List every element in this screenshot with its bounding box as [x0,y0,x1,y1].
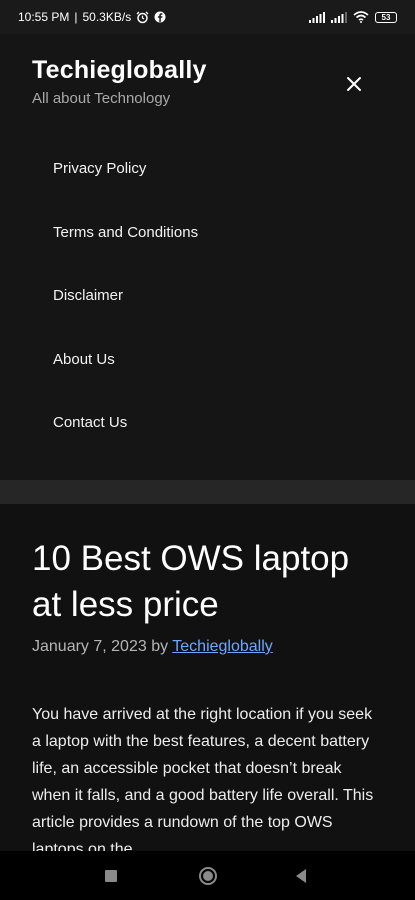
author-link[interactable]: Techieglobally [172,638,273,655]
close-icon[interactable] [342,72,366,96]
alarm-icon [136,11,149,23]
wifi-icon [353,11,369,23]
article: 10 Best OWS laptop at less price January… [0,504,415,851]
article-date: January 7, 2023 [32,638,147,655]
article-by: by [151,638,169,655]
site-tagline: All about Technology [32,90,171,107]
recents-square-icon[interactable] [104,869,118,883]
menu-item-disclaimer[interactable]: Disclaimer [53,287,198,351]
network-speed: 50.3KB/s [82,10,132,24]
section-divider [0,480,415,504]
menu-list: Privacy Policy Terms and Conditions Disc… [53,160,198,478]
article-title[interactable]: 10 Best OWS laptop at less price [32,536,382,628]
system-nav-bar [0,851,415,900]
menu-item-privacy-policy[interactable]: Privacy Policy [53,160,198,224]
status-separator: | [74,10,78,24]
status-left: 10:55 PM | 50.3KB/s [18,10,166,24]
home-circle-icon[interactable] [198,866,218,886]
status-bar: 10:55 PM | 50.3KB/s 53 [0,0,415,34]
battery-icon: 53 [375,11,397,23]
article-meta: January 7, 2023 by Techieglobally [32,638,273,656]
status-right: 53 [309,11,397,23]
menu-item-about-us[interactable]: About Us [53,351,198,415]
article-body: You have arrived at the right location i… [32,706,374,851]
facebook-icon [154,11,166,23]
back-triangle-icon[interactable] [294,868,308,884]
signal-icon [309,11,325,23]
menu-item-terms-and-conditions[interactable]: Terms and Conditions [53,224,198,288]
signal-icon-2 [331,11,347,23]
menu-item-contact-us[interactable]: Contact Us [53,414,198,478]
menu-panel: Techieglobally All about Technology Priv… [0,34,415,480]
site-title[interactable]: Techieglobally [32,56,207,85]
status-time: 10:55 PM [18,10,70,24]
